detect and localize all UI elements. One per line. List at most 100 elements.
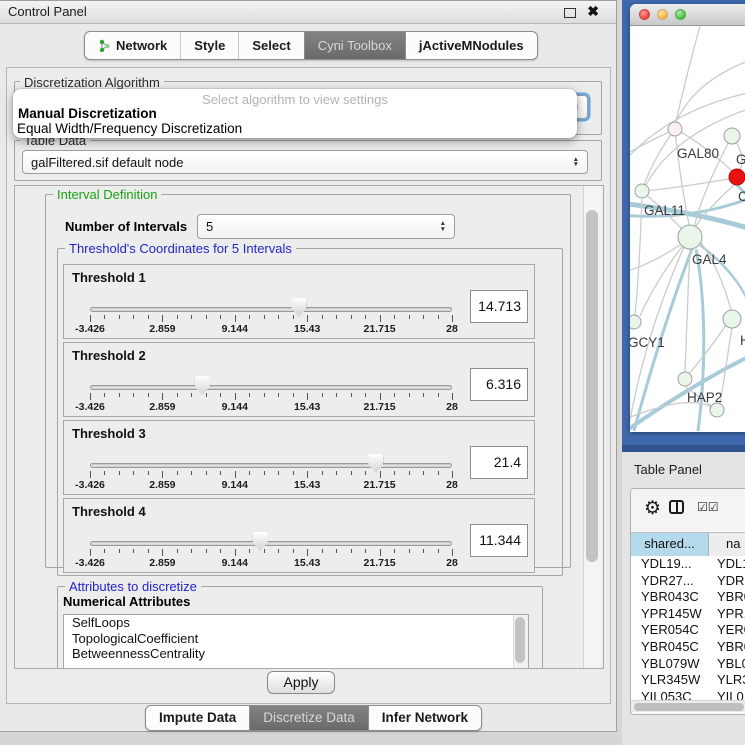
node-bottom[interactable] xyxy=(710,403,724,417)
attributes-group-title: Attributes to discretize xyxy=(65,579,201,594)
node-gal80[interactable] xyxy=(668,122,682,136)
threshold-label: Threshold 1 xyxy=(72,270,146,285)
table-row[interactable]: YDL19...YDL1 xyxy=(631,556,745,573)
panel-scrollbar-thumb[interactable] xyxy=(586,210,598,562)
threshold-2-panel: Threshold 2-3.4262.8599.14415.4321.71528… xyxy=(63,342,535,417)
attribute-list-item[interactable]: TopologicalCoefficient xyxy=(64,631,528,647)
table-row[interactable]: YER054CYER0 xyxy=(631,622,745,639)
table-row[interactable]: YLR345WYLR3 xyxy=(631,672,745,689)
threshold-slider-track[interactable] xyxy=(90,541,452,546)
tab-jactivemnodules[interactable]: jActiveMNodules xyxy=(405,32,537,59)
tab-discretize-data-label: Discretize Data xyxy=(263,707,355,729)
cell-shared-name[interactable]: YBL079W xyxy=(631,656,709,673)
threshold-slider-track[interactable] xyxy=(90,385,452,390)
zoom-traffic-light-icon[interactable] xyxy=(675,9,686,20)
table-data-combobox-value: galFiltered.sif default node xyxy=(31,155,183,170)
cell-shared-name[interactable]: YPR145W xyxy=(631,606,709,623)
dropdown-option-manual-discretization[interactable]: Manual Discretization xyxy=(13,106,577,121)
number-of-intervals-combobox[interactable]: 5 ▲▼ xyxy=(197,214,455,239)
cell-name[interactable]: YBR0 xyxy=(709,639,745,656)
threshold-value-field[interactable]: 21.4 xyxy=(470,446,528,479)
settings-scroll-panel: Interval Definition Number of Intervals … xyxy=(14,185,604,669)
split-table-icon[interactable] xyxy=(669,500,684,514)
node-gcy1[interactable] xyxy=(630,315,641,329)
network-edge xyxy=(644,129,675,185)
tab-impute-data[interactable]: Impute Data xyxy=(146,706,249,730)
tab-style[interactable]: Style xyxy=(180,32,238,59)
cell-shared-name[interactable]: YDL19... xyxy=(631,556,709,573)
cell-name[interactable]: YLR3 xyxy=(709,672,745,689)
cell-name[interactable]: YBR0 xyxy=(709,589,745,606)
attributes-list-scrollbar[interactable] xyxy=(513,615,528,669)
cell-name[interactable]: YDL1 xyxy=(709,556,745,573)
table-header-row: shared... na xyxy=(631,532,745,557)
threshold-value-field[interactable]: 11.344 xyxy=(470,524,528,557)
control-panel-title: Control Panel xyxy=(8,4,87,19)
table-row[interactable]: YBR043CYBR0 xyxy=(631,589,745,606)
cell-shared-name[interactable]: YBR045C xyxy=(631,639,709,656)
column-header-shared[interactable]: shared... xyxy=(631,533,709,556)
node-label-gal80: GAL80 xyxy=(677,146,719,161)
bottom-tabbar: Impute Data Discretize Data Infer Networ… xyxy=(145,705,482,731)
network-canvas[interactable]: GAL80GACGAL11GAL4GCY1HHAP2 xyxy=(630,26,745,432)
cell-shared-name[interactable]: YBR043C xyxy=(631,589,709,606)
table-row[interactable]: YBR045CYBR0 xyxy=(631,639,745,656)
discretization-algorithm-group-title: Discretization Algorithm xyxy=(20,75,164,90)
cell-name[interactable]: YPR1 xyxy=(709,606,745,623)
node-top-right[interactable] xyxy=(724,128,740,144)
slider-tick-labels: -3.4262.8599.14415.4321.71528 xyxy=(90,557,452,569)
close-traffic-light-icon[interactable] xyxy=(639,9,650,20)
cell-shared-name[interactable]: YDR27... xyxy=(631,573,709,590)
table-row[interactable]: YBL079WYBL0 xyxy=(631,656,745,673)
slider-ticks xyxy=(90,549,452,557)
float-window-icon[interactable] xyxy=(564,8,576,18)
node-red-selected[interactable] xyxy=(729,169,745,185)
apply-button[interactable]: Apply xyxy=(267,671,335,694)
table-hscrollbar-thumb[interactable] xyxy=(634,703,744,711)
tab-style-label: Style xyxy=(194,33,225,58)
numerical-attributes-list[interactable]: SelfLoopsTopologicalCoefficientBetweenne… xyxy=(63,614,529,669)
threshold-value-field[interactable]: 6.316 xyxy=(470,368,528,401)
tab-discretize-data[interactable]: Discretize Data xyxy=(249,706,368,730)
network-window-titlebar[interactable] xyxy=(630,4,745,26)
checkbox-icons[interactable]: ☑☑ xyxy=(697,500,719,514)
threshold-value-field[interactable]: 14.713 xyxy=(470,290,528,323)
threshold-slider-track[interactable] xyxy=(90,463,452,468)
table-data-combobox[interactable]: galFiltered.sif default node ▲▼ xyxy=(22,150,588,174)
dropdown-option-equal-width-frequency[interactable]: Equal Width/Frequency Discretization xyxy=(13,121,577,136)
node-label-h: H xyxy=(740,333,745,348)
tab-cyni-toolbox[interactable]: Cyni Toolbox xyxy=(304,32,405,59)
node-hap2[interactable] xyxy=(678,372,692,386)
cell-shared-name[interactable]: YLR345W xyxy=(631,672,709,689)
numerical-attributes-label: Numerical Attributes xyxy=(63,594,190,609)
threshold-4-panel: Threshold 4-3.4262.8599.14415.4321.71528… xyxy=(63,498,535,573)
table-horizontal-scrollbar[interactable] xyxy=(631,700,745,712)
attribute-list-item[interactable]: BetweennessCentrality xyxy=(64,646,528,662)
table-row[interactable]: YPR145WYPR1 xyxy=(631,606,745,623)
attribute-list-item[interactable]: SelfLoops xyxy=(64,615,528,631)
panel-scrollbar[interactable] xyxy=(583,186,601,668)
close-icon[interactable]: ✖ xyxy=(587,3,599,20)
gear-icon[interactable]: ⚙ xyxy=(644,497,661,520)
interval-definition-title: Interval Definition xyxy=(53,187,161,202)
cell-name[interactable]: YER0 xyxy=(709,622,745,639)
minimize-traffic-light-icon[interactable] xyxy=(657,9,668,20)
threshold-1-panel: Threshold 1-3.4262.8599.14415.4321.71528… xyxy=(63,264,535,339)
tab-infer-network-label: Infer Network xyxy=(382,707,468,729)
column-header-name[interactable]: na xyxy=(709,533,745,556)
cell-name[interactable]: YBL0 xyxy=(709,656,745,673)
table-toolbar: ⚙ ☑☑ xyxy=(631,489,745,531)
tab-network[interactable]: Network xyxy=(85,32,180,59)
node-h[interactable] xyxy=(723,310,741,328)
threshold-slider-track[interactable] xyxy=(90,307,452,312)
table-row[interactable]: YDR27...YDR2 xyxy=(631,573,745,590)
combo-arrows-icon: ▲▼ xyxy=(567,157,579,168)
number-of-intervals-value: 5 xyxy=(206,219,213,234)
cell-shared-name[interactable]: YER054C xyxy=(631,622,709,639)
algorithm-dropdown-popup: Select algorithm to view settings Manual… xyxy=(13,89,577,138)
node-gal11[interactable] xyxy=(635,184,649,198)
tab-infer-network[interactable]: Infer Network xyxy=(368,706,481,730)
tab-select[interactable]: Select xyxy=(238,32,303,59)
cell-name[interactable]: YDR2 xyxy=(709,573,745,590)
node-gal4[interactable] xyxy=(678,225,702,249)
